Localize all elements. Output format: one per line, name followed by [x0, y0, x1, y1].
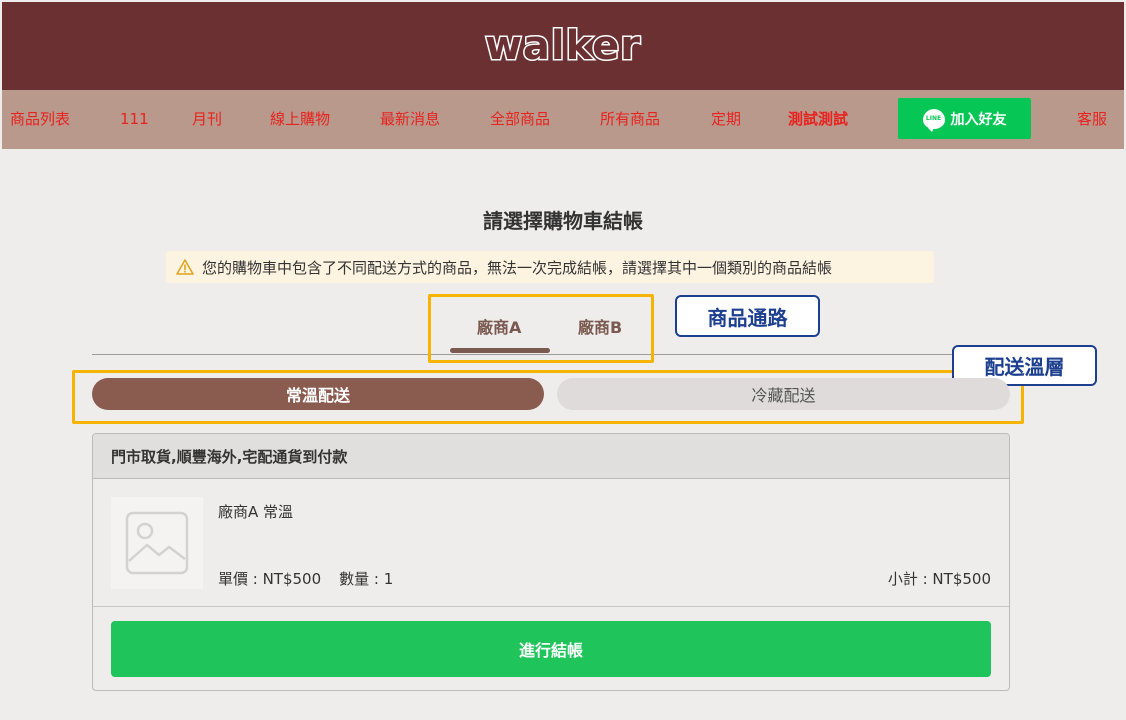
nav-item-111[interactable]: 111 — [120, 90, 149, 149]
site-header: walker — [2, 2, 1124, 90]
line-add-friend-button[interactable]: LINE 加入好友 — [898, 98, 1031, 139]
nav-item-subscription[interactable]: 定期 — [711, 90, 741, 149]
page-title: 請選擇購物車結帳 — [483, 209, 643, 233]
nav-item-latest-news[interactable]: 最新消息 — [380, 90, 440, 149]
active-tab-indicator — [450, 348, 550, 353]
tab-vendor-b[interactable]: 廠商B — [578, 314, 622, 338]
main-nav: 商品列表 111 月刊 線上購物 最新消息 全部商品 所有商品 定期 測試測試 … — [2, 90, 1124, 149]
nav-item-online-shopping[interactable]: 線上購物 — [270, 90, 330, 149]
checkout-button[interactable]: 進行結帳 — [111, 621, 991, 677]
image-placeholder-icon — [125, 511, 189, 575]
line-button-label: 加入好友 — [950, 111, 1007, 128]
channel-annotation-label: 商品通路 — [675, 295, 820, 337]
cart-item-row: 廠商A 常溫 單價 : NT$500 數量 : 1 小計 : NT$500 — [93, 479, 1009, 607]
product-image-placeholder[interactable] — [111, 497, 203, 589]
nav-item-customer-service[interactable]: 客服 — [1077, 90, 1107, 149]
shipping-methods-header: 門市取貨,順豐海外,宅配通貨到付款 — [93, 434, 1009, 479]
tab-vendor-a[interactable]: 廠商A — [477, 314, 521, 338]
tab-ambient-delivery[interactable]: 常溫配送 — [92, 378, 544, 410]
nav-item-product-list[interactable]: 商品列表 — [10, 90, 70, 149]
tab-refrigerated-delivery[interactable]: 冷藏配送 — [557, 378, 1010, 410]
nav-item-every-product[interactable]: 所有商品 — [600, 90, 660, 149]
tab-divider — [92, 354, 1010, 355]
product-name: 廠商A 常溫 — [218, 503, 294, 521]
quantity: 數量 : 1 — [339, 570, 394, 588]
subtotal: 小計 : NT$500 — [887, 570, 991, 588]
nav-item-test[interactable]: 測試測試 — [788, 90, 848, 149]
site-logo[interactable]: walker — [483, 22, 641, 71]
nav-item-monthly[interactable]: 月刊 — [192, 90, 222, 149]
cart-panel: 門市取貨,順豐海外,宅配通貨到付款 廠商A 常溫 單價 : NT$500 數量 :… — [92, 433, 1010, 691]
unit-price: 單價 : NT$500 — [218, 570, 322, 588]
warning-icon — [176, 259, 194, 275]
warning-text: 您的購物車中包含了不同配送方式的商品，無法一次完成結帳，請選擇其中一個類別的商品… — [202, 258, 833, 277]
nav-item-all-products[interactable]: 全部商品 — [490, 90, 550, 149]
line-icon: LINE — [922, 108, 945, 132]
price-quantity-line: 單價 : NT$500 數量 : 1 — [218, 568, 393, 589]
mixed-shipping-warning: 您的購物車中包含了不同配送方式的商品，無法一次完成結帳，請選擇其中一個類別的商品… — [166, 251, 934, 283]
